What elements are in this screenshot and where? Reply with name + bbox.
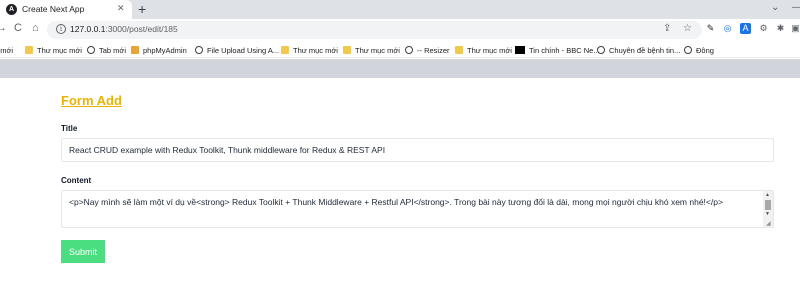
browser-toolbar: → C ⌂ i 127.0.0.1:3000/post/edit/185 ⇪ ☆…	[0, 19, 800, 41]
bookmark-label: File Upload Using A...	[207, 45, 280, 55]
nextjs-favicon-icon: A	[6, 4, 17, 15]
bookmark-item[interactable]: -- Resizer	[405, 44, 450, 56]
url-text[interactable]: 127.0.0.1:3000/post/edit/185	[70, 24, 178, 34]
bbc-icon	[515, 46, 525, 54]
submit-button[interactable]: Submit	[61, 240, 105, 263]
form-heading: Form Add	[61, 93, 122, 108]
bookmark-item[interactable]: phpMyAdmin	[131, 44, 187, 56]
tab-title: Create Next App	[22, 4, 85, 14]
bookmark-label: Tab mới	[99, 45, 127, 55]
folder-icon	[343, 46, 351, 54]
bookmark-label: Thư mục mới	[467, 45, 512, 55]
bookmark-label: Thư mục mới	[293, 45, 338, 55]
translate-extension-icon[interactable]: A	[740, 23, 751, 34]
close-tab-icon[interactable]: ✕	[117, 3, 125, 14]
bookmark-label: Đông	[696, 45, 714, 55]
reload-icon[interactable]: C	[14, 22, 22, 34]
globe-icon	[87, 46, 95, 54]
page-header-strip	[0, 59, 800, 78]
bookmark-label: Thư mục mới	[37, 45, 82, 55]
title-label: Title	[61, 124, 78, 133]
bookmark-item[interactable]: File Upload Using A...	[195, 44, 279, 56]
tab-strip: A Create Next App ✕ + ⌄ —	[0, 0, 800, 19]
side-panel-icon[interactable]: ▣	[790, 23, 800, 34]
bookmark-label: g mới	[0, 45, 14, 55]
pen-extension-icon[interactable]: ✎	[705, 23, 716, 34]
textarea-scrollbar[interactable]: ▲ ▼ ◢	[763, 191, 773, 227]
url-path: :3000/post/edit/185	[105, 24, 178, 34]
bookmark-star-icon[interactable]: ☆	[683, 23, 692, 34]
bookmarks-bar: g mới Thư mục mới Tab mới phpMyAdmin Fil…	[0, 41, 800, 58]
site-info-icon[interactable]: i	[56, 24, 66, 34]
phpmyadmin-icon	[131, 46, 139, 54]
folder-icon	[455, 46, 463, 54]
share-icon[interactable]: ⇪	[663, 23, 671, 34]
bookmark-item[interactable]: Thư mục mới	[25, 44, 82, 56]
globe-icon	[684, 46, 692, 54]
bookmark-item[interactable]: g mới	[0, 44, 13, 56]
bookmark-label: -- Resizer	[417, 45, 450, 55]
globe-icon	[195, 46, 203, 54]
scroll-down-arrow-icon[interactable]: ▼	[765, 211, 770, 217]
bookmark-item[interactable]: Tin chính - BBC Ne...	[515, 44, 600, 56]
title-input[interactable]	[61, 138, 774, 162]
url-host: 127.0.0.1	[70, 24, 106, 34]
extensions-puzzle-icon[interactable]: ✱	[775, 23, 786, 34]
bookmark-label: Thư mục mới	[355, 45, 400, 55]
bookmark-label: Tin chính - BBC Ne...	[529, 45, 600, 55]
bookmark-item[interactable]: Thư mục mới	[455, 44, 512, 56]
home-icon[interactable]: ⌂	[32, 22, 39, 34]
browser-tab[interactable]: A Create Next App ✕	[0, 0, 132, 19]
minimize-window-button[interactable]: —	[792, 2, 800, 13]
folder-icon	[25, 46, 33, 54]
bookmark-item[interactable]: Chuyên đề bệnh tin...	[597, 44, 680, 56]
globe-icon	[597, 46, 605, 54]
gear-extension-icon[interactable]: ⚙	[758, 23, 769, 34]
content-label: Content	[61, 176, 92, 185]
globe-icon	[405, 46, 413, 54]
bookmark-label: phpMyAdmin	[143, 45, 187, 55]
bookmark-item[interactable]: Tab mới	[87, 44, 126, 56]
new-tab-button[interactable]: +	[138, 1, 146, 17]
bookmark-label: Chuyên đề bệnh tin...	[609, 45, 681, 55]
ring-extension-icon[interactable]: ◎	[722, 23, 733, 34]
scroll-up-arrow-icon[interactable]: ▲	[765, 192, 770, 198]
content-textarea[interactable]: <p>Nay mình sẽ làm một ví dụ về<strong> …	[61, 190, 774, 228]
tab-search-chevron-icon[interactable]: ⌄	[771, 2, 779, 13]
folder-icon	[281, 46, 289, 54]
scrollbar-thumb[interactable]	[765, 200, 771, 210]
forward-icon[interactable]: →	[0, 22, 7, 34]
bookmark-item[interactable]: Thư mục mới	[343, 44, 400, 56]
bookmark-item[interactable]: Đông	[684, 44, 714, 56]
resize-handle-icon[interactable]: ◢	[766, 220, 771, 227]
bookmark-item[interactable]: Thư mục mới	[281, 44, 338, 56]
